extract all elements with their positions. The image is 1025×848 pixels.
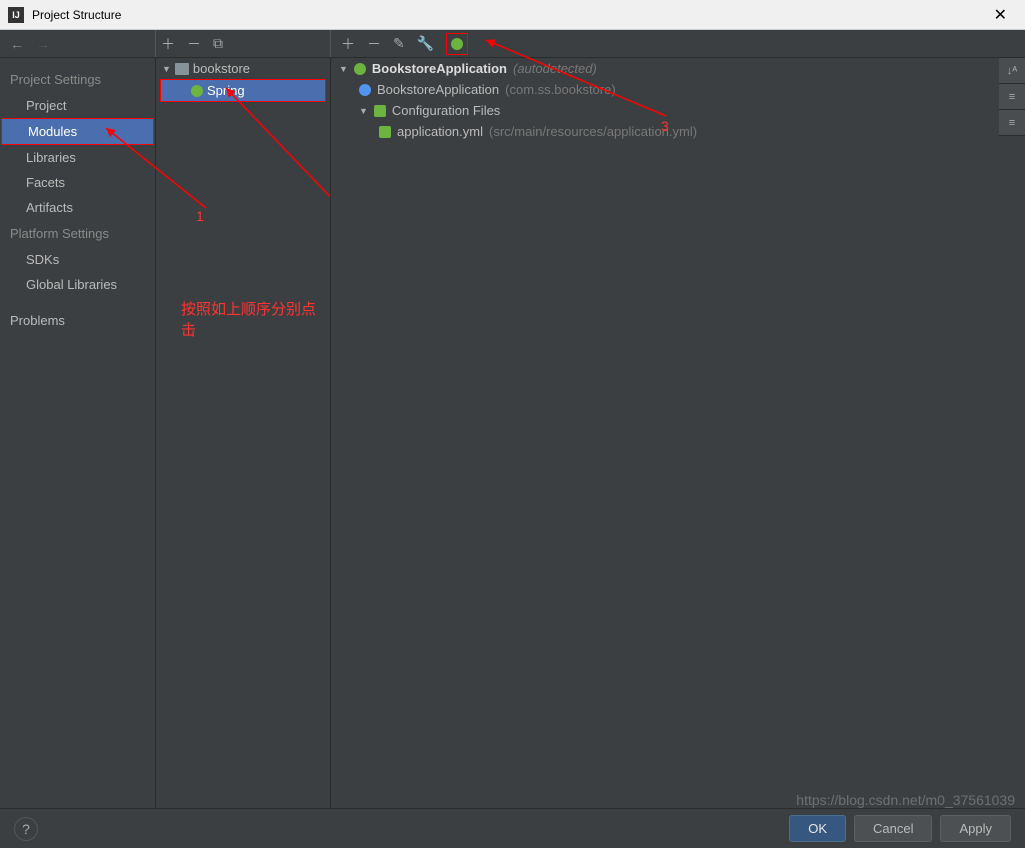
module-bookstore[interactable]: ▼ bookstore	[156, 58, 330, 79]
sort-button[interactable]: ↓ᴬ	[999, 58, 1025, 84]
back-icon[interactable]: ←	[10, 36, 24, 52]
window-title: Project Structure	[32, 8, 984, 22]
folder-icon	[175, 63, 189, 75]
remove-icon[interactable]: －	[367, 34, 381, 54]
expand-icon[interactable]: ▼	[162, 64, 171, 74]
project-settings-heading: Project Settings	[0, 66, 155, 93]
yml-icon	[379, 126, 391, 138]
sidebar-item-artifacts[interactable]: Artifacts	[0, 195, 155, 220]
ok-button[interactable]: OK	[789, 815, 846, 842]
titlebar: IJ Project Structure ✕	[0, 0, 1025, 30]
detail-side-buttons: ↓ᴬ ≡ ≡	[999, 58, 1025, 136]
sidebar-item-sdks[interactable]: SDKs	[0, 247, 155, 272]
yml-path: (src/main/resources/application.yml)	[489, 124, 697, 139]
module-label: bookstore	[193, 61, 250, 76]
detail-app-row[interactable]: ▼ BookstoreApplication (autodetected)	[331, 58, 1025, 79]
sidebar-item-global-libraries[interactable]: Global Libraries	[0, 272, 155, 297]
expand-icon[interactable]: ▼	[359, 106, 368, 116]
detail-config-files[interactable]: ▼ Configuration Files	[331, 100, 1025, 121]
annotation-hint: 按照如上顺序分别点击	[181, 298, 330, 340]
spring-boot-icon	[354, 63, 366, 75]
sidebar-item-libraries[interactable]: Libraries	[0, 145, 155, 170]
config-files-label: Configuration Files	[392, 103, 500, 118]
detail-yml[interactable]: application.yml (src/main/resources/appl…	[331, 121, 1025, 142]
module-label: Spring	[207, 83, 245, 98]
footer: ? OK Cancel Apply	[0, 808, 1025, 848]
toolbar: ← → ＋ － ⧉ ＋ － ✎ 🔧	[0, 30, 1025, 58]
sidebar-item-modules[interactable]: Modules	[1, 118, 154, 145]
spring-icon	[191, 85, 203, 97]
annotation-1: 1	[196, 208, 204, 224]
edit-icon[interactable]: ✎	[393, 35, 405, 52]
platform-settings-heading: Platform Settings	[0, 220, 155, 247]
autodetected-label: (autodetected)	[513, 61, 597, 76]
watermark: https://blog.csdn.net/m0_37561039	[796, 792, 1015, 808]
main-area: Project Settings Project Modules Librari…	[0, 58, 1025, 808]
wrench-icon[interactable]: 🔧	[417, 35, 434, 52]
detail-app-pkg[interactable]: BookstoreApplication (com.ss.bookstore)	[331, 79, 1025, 100]
help-button[interactable]: ?	[14, 817, 38, 841]
module-spring[interactable]: Spring	[160, 79, 326, 102]
forward-icon[interactable]: →	[36, 36, 50, 52]
close-icon[interactable]: ✕	[984, 5, 1017, 25]
settings-slider-icon[interactable]: ≡	[999, 84, 1025, 110]
cancel-button[interactable]: Cancel	[854, 815, 932, 842]
app-class: BookstoreApplication	[377, 82, 499, 97]
detail-panel: ▼ BookstoreApplication (autodetected) Bo…	[330, 58, 1025, 808]
context-icon	[359, 84, 371, 96]
yml-name: application.yml	[397, 124, 483, 139]
spring-boot-icon-highlighted[interactable]	[446, 33, 468, 55]
expand-icon[interactable]: ▼	[339, 64, 348, 74]
add-icon[interactable]: ＋	[341, 34, 355, 54]
spring-icon	[451, 38, 463, 50]
config-icon	[374, 105, 386, 117]
settings-slider-icon[interactable]: ≡	[999, 110, 1025, 136]
sidebar: Project Settings Project Modules Librari…	[0, 58, 155, 808]
remove-icon[interactable]: －	[187, 34, 201, 54]
sidebar-item-project[interactable]: Project	[0, 93, 155, 118]
pkg-label: (com.ss.bookstore)	[505, 82, 616, 97]
app-icon: IJ	[8, 7, 24, 23]
sidebar-item-facets[interactable]: Facets	[0, 170, 155, 195]
add-icon[interactable]: ＋	[161, 34, 175, 54]
sidebar-item-problems[interactable]: Problems	[0, 307, 155, 334]
app-name: BookstoreApplication	[372, 61, 507, 76]
copy-icon[interactable]: ⧉	[213, 35, 223, 52]
modules-tree: ▼ bookstore Spring 1 2 按照如上顺序分别点击	[155, 58, 330, 808]
apply-button[interactable]: Apply	[940, 815, 1011, 842]
